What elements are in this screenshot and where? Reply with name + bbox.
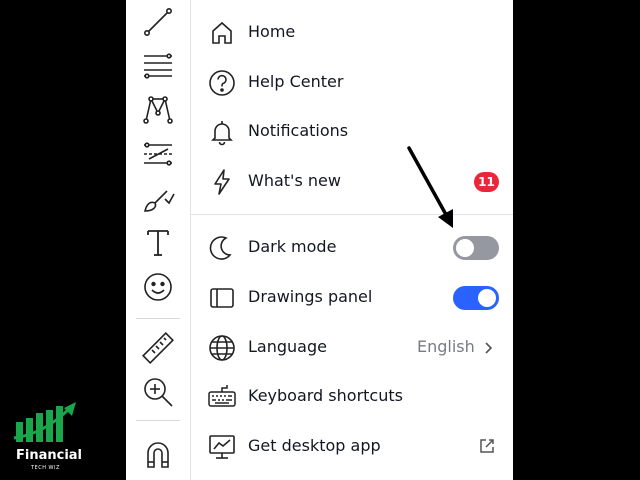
toolbar-divider <box>136 420 180 421</box>
notification-count-badge: 11 <box>474 172 499 192</box>
drawings-panel-toggle[interactable] <box>453 286 499 310</box>
menu-item-drawings-panel[interactable]: Drawings panel <box>191 275 513 321</box>
projection-icon[interactable] <box>138 134 178 174</box>
bell-icon <box>207 117 237 147</box>
menu-item-label: Dark mode <box>248 237 337 256</box>
menu-item-label: Home <box>248 22 296 41</box>
dark-mode-toggle[interactable] <box>453 236 499 260</box>
pattern-icon[interactable] <box>138 88 178 128</box>
globe-icon <box>207 333 237 363</box>
external-link-icon <box>477 436 497 456</box>
menu-item-label: Get desktop app <box>248 436 381 455</box>
emoji-icon[interactable] <box>138 267 178 307</box>
trend-line-icon[interactable] <box>138 0 178 40</box>
drawing-toolbar <box>126 0 191 480</box>
chevron-right-icon <box>481 337 495 359</box>
monitor-chart-icon <box>207 432 237 462</box>
fib-retracement-icon[interactable] <box>138 44 178 84</box>
menu-item-get-desktop-app[interactable]: Get desktop app <box>191 424 513 470</box>
zoom-in-icon[interactable] <box>138 372 178 412</box>
toggle-knob <box>478 289 496 307</box>
ruler-icon[interactable] <box>138 328 178 368</box>
brush-icon[interactable] <box>138 178 178 218</box>
menu-item-label: Notifications <box>248 121 349 140</box>
menu-item-label: Language <box>248 337 327 356</box>
lightning-icon <box>207 167 237 197</box>
menu-item-label: What's new <box>248 171 341 190</box>
home-icon <box>207 18 237 48</box>
question-circle-icon <box>207 68 237 98</box>
main-menu-panel: Home Help Center Notifications What's ne… <box>191 0 513 480</box>
toggle-knob <box>456 239 474 257</box>
menu-item-label: Help Center <box>248 72 344 91</box>
language-value: English <box>417 337 475 356</box>
magnet-icon[interactable] <box>138 434 178 474</box>
moon-icon <box>207 233 237 263</box>
menu-item-keyboard-shortcuts[interactable]: Keyboard shortcuts <box>191 374 513 420</box>
menu-item-help-center[interactable]: Help Center <box>191 60 513 106</box>
menu-item-label: Drawings panel <box>248 287 373 306</box>
panel-icon <box>207 283 237 313</box>
annotation-arrow <box>407 146 453 228</box>
logo-subtitle: TECH WIZ <box>31 465 60 471</box>
menu-item-label: Keyboard shortcuts <box>248 386 403 405</box>
menu-item-language[interactable]: Language English <box>191 325 513 371</box>
menu-item-home[interactable]: Home <box>191 10 513 56</box>
text-icon[interactable] <box>138 222 178 262</box>
keyboard-icon <box>207 382 237 412</box>
toolbar-divider <box>136 318 180 319</box>
screen: Home Help Center Notifications What's ne… <box>0 0 640 480</box>
logo-name: Financial <box>16 448 83 463</box>
